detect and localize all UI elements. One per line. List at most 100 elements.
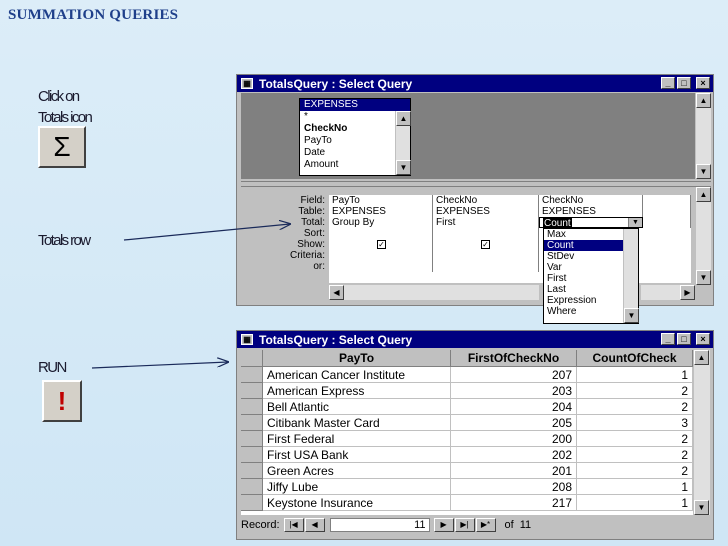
select-all-corner[interactable] xyxy=(241,350,263,367)
maximize-button[interactable]: □ xyxy=(677,77,691,89)
show-checkbox[interactable]: ✓ xyxy=(377,240,386,249)
datasheet-vscroll[interactable]: ▲ ▼ xyxy=(693,350,710,515)
scroll-right-icon[interactable]: ▶ xyxy=(680,285,695,300)
cell-countofcheck[interactable]: 2 xyxy=(577,399,693,415)
cell-total-4[interactable] xyxy=(643,217,691,228)
totals-sigma-icon[interactable]: Σ xyxy=(38,126,86,168)
field-checkno[interactable]: CheckNo xyxy=(300,123,410,135)
cell-total-2[interactable]: First xyxy=(433,217,539,228)
cell-countofcheck[interactable]: 1 xyxy=(577,495,693,511)
cell-firstofcheckno[interactable]: 208 xyxy=(451,479,577,495)
show-checkbox[interactable]: ✓ xyxy=(481,240,490,249)
cell-payto[interactable]: Jiffy Lube xyxy=(263,479,451,495)
scroll-down-icon[interactable]: ▼ xyxy=(696,164,711,179)
cell-countofcheck[interactable]: 2 xyxy=(577,447,693,463)
cell-table-4[interactable] xyxy=(643,206,691,217)
field-amount[interactable]: Amount xyxy=(300,159,410,171)
scroll-down-icon[interactable]: ▼ xyxy=(396,160,411,175)
row-selector[interactable] xyxy=(241,447,263,463)
row-selector[interactable] xyxy=(241,367,263,383)
header-firstofcheckno[interactable]: FirstOfCheckNo xyxy=(451,350,577,367)
cell-countofcheck[interactable]: 1 xyxy=(577,367,693,383)
scroll-up-icon[interactable]: ▲ xyxy=(696,187,711,202)
cell-sort-2[interactable] xyxy=(433,228,539,239)
row-selector[interactable] xyxy=(241,399,263,415)
first-record-icon[interactable]: |◀ xyxy=(283,518,304,532)
row-selector[interactable] xyxy=(241,479,263,495)
run-exclamation-icon[interactable]: ! xyxy=(42,380,82,422)
cell-or-2[interactable] xyxy=(433,261,539,272)
cell-firstofcheckno[interactable]: 207 xyxy=(451,367,577,383)
cell-firstofcheckno[interactable]: 200 xyxy=(451,431,577,447)
cell-firstofcheckno[interactable]: 204 xyxy=(451,399,577,415)
grid-hscroll[interactable]: ◀ xyxy=(329,285,539,300)
datasheet-window-titlebar[interactable]: ▦ TotalsQuery : Select Query _ □ × xyxy=(237,331,713,348)
scroll-down-icon[interactable]: ▼ xyxy=(696,270,711,285)
cell-countofcheck[interactable]: 3 xyxy=(577,415,693,431)
field-star[interactable]: * xyxy=(300,111,410,123)
header-payto[interactable]: PayTo xyxy=(263,350,451,367)
current-record-field[interactable]: 11 xyxy=(329,518,430,532)
cell-firstofcheckno[interactable]: 201 xyxy=(451,463,577,479)
cell-field-3[interactable]: CheckNo xyxy=(539,195,643,206)
cell-show-2[interactable]: ✓ xyxy=(433,239,539,250)
row-selector[interactable] xyxy=(241,463,263,479)
field-payto[interactable]: PayTo xyxy=(300,135,410,147)
cell-sort-1[interactable] xyxy=(329,228,433,239)
cell-firstofcheckno[interactable]: 217 xyxy=(451,495,577,511)
cell-total-1[interactable]: Group By xyxy=(329,217,433,228)
minimize-button[interactable]: _ xyxy=(661,77,675,89)
cell-countofcheck[interactable]: 1 xyxy=(577,479,693,495)
cell-or-1[interactable] xyxy=(329,261,433,272)
previous-record-icon[interactable]: ◀ xyxy=(304,518,325,532)
row-selector[interactable] xyxy=(241,431,263,447)
row-selector[interactable] xyxy=(241,415,263,431)
field-list-scrollbar[interactable]: ▲ ▼ xyxy=(395,111,411,175)
cell-table-2[interactable]: EXPENSES xyxy=(433,206,539,217)
cell-criteria-2[interactable] xyxy=(433,250,539,261)
cell-field-4[interactable] xyxy=(643,195,691,206)
cell-table-1[interactable]: EXPENSES xyxy=(329,206,433,217)
row-selector[interactable] xyxy=(241,495,263,511)
grid-hscroll-right[interactable]: ▶ xyxy=(641,285,695,300)
scroll-up-icon[interactable]: ▲ xyxy=(696,93,711,108)
scroll-down-icon[interactable]: ▼ xyxy=(694,500,709,515)
cell-firstofcheckno[interactable]: 202 xyxy=(451,447,577,463)
cell-firstofcheckno[interactable]: 205 xyxy=(451,415,577,431)
design-window-titlebar[interactable]: ▦ TotalsQuery : Select Query _ □ × xyxy=(237,75,713,92)
cell-payto[interactable]: Green Acres xyxy=(263,463,451,479)
next-record-icon[interactable]: ▶ xyxy=(433,518,454,532)
cell-payto[interactable]: American Cancer Institute xyxy=(263,367,451,383)
close-button[interactable]: × xyxy=(696,77,710,89)
scroll-left-icon[interactable]: ◀ xyxy=(329,285,344,300)
row-selector[interactable] xyxy=(241,383,263,399)
cell-table-3[interactable]: EXPENSES xyxy=(539,206,643,217)
cell-countofcheck[interactable]: 2 xyxy=(577,431,693,447)
cell-field-1[interactable]: PayTo xyxy=(329,195,433,206)
grid-vscroll[interactable]: ▲ ▼ xyxy=(695,187,711,285)
cell-show-1[interactable]: ✓ xyxy=(329,239,433,250)
field-date[interactable]: Date xyxy=(300,147,410,159)
cell-total-3[interactable]: Count ▼ xyxy=(539,217,643,228)
cell-firstofcheckno[interactable]: 203 xyxy=(451,383,577,399)
scroll-up-icon[interactable]: ▲ xyxy=(396,111,411,126)
cell-payto[interactable]: First Federal xyxy=(263,431,451,447)
maximize-button[interactable]: □ xyxy=(677,333,691,345)
cell-payto[interactable]: Bell Atlantic xyxy=(263,399,451,415)
new-record-icon[interactable]: ▶* xyxy=(475,518,496,532)
dropdown-scrollbar[interactable]: ▼ xyxy=(623,229,639,323)
last-record-icon[interactable]: ▶| xyxy=(454,518,475,532)
cell-countofcheck[interactable]: 2 xyxy=(577,463,693,479)
cell-payto[interactable]: First USA Bank xyxy=(263,447,451,463)
cell-payto[interactable]: Citibank Master Card xyxy=(263,415,451,431)
scroll-up-icon[interactable]: ▲ xyxy=(694,350,709,365)
close-button[interactable]: × xyxy=(696,333,710,345)
header-countofcheck[interactable]: CountOfCheck xyxy=(577,350,693,367)
total-dropdown-list[interactable]: Max Count StDev Var First Last Expressio… xyxy=(543,228,639,324)
cell-criteria-1[interactable] xyxy=(329,250,433,261)
dropdown-arrow-icon[interactable]: ▼ xyxy=(628,218,642,227)
minimize-button[interactable]: _ xyxy=(661,333,675,345)
cell-payto[interactable]: Keystone Insurance xyxy=(263,495,451,511)
table-pane-vscroll[interactable]: ▲ ▼ xyxy=(695,93,711,179)
cell-field-2[interactable]: CheckNo xyxy=(433,195,539,206)
